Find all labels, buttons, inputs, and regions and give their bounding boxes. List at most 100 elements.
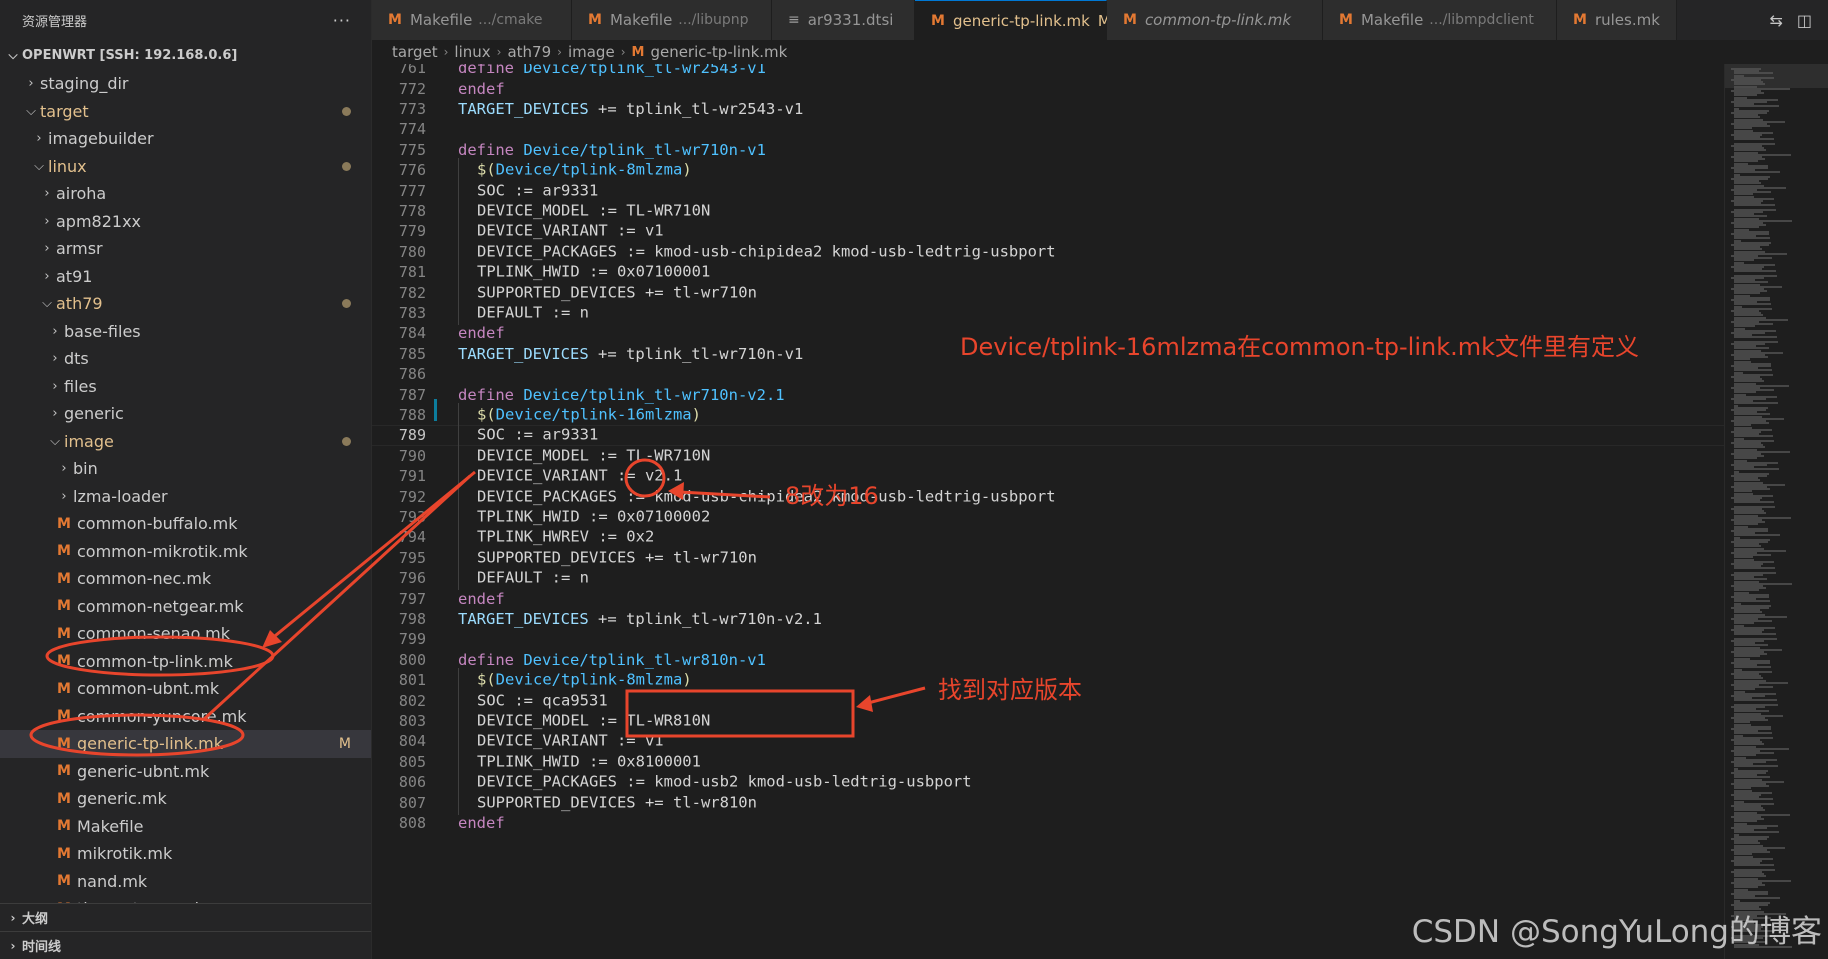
tree-file[interactable]: Mcommon-buffalo.mk [0, 510, 371, 538]
code-line[interactable]: 780 DEVICE_PACKAGES := kmod-usb-chipidea2… [372, 239, 1724, 264]
tree-file[interactable]: Mcommon-senao.mk [0, 620, 371, 648]
code-line[interactable]: 806 DEVICE_PACKAGES := kmod-usb2 kmod-usb… [372, 770, 1724, 795]
tree-item-label: common-senao.mk [77, 624, 231, 644]
code-line[interactable]: 789 SOC := ar9331 [372, 423, 1724, 448]
code-line[interactable]: 772 endef [372, 78, 1724, 98]
tree-folder[interactable]: › armsr [0, 235, 371, 263]
code-line[interactable]: 777 SOC := ar9331 [372, 178, 1724, 203]
tree-file[interactable]: M Makefile [0, 813, 371, 841]
code-line[interactable]: 778 DEVICE_MODEL := TL-WR710N [372, 198, 1724, 223]
code-line[interactable]: 796 DEFAULT := n [372, 566, 1724, 591]
code-line[interactable]: 803 DEVICE_MODEL := TL-WR810N [372, 708, 1724, 733]
editor-tab[interactable]: Mrules.mk [1557, 0, 1677, 40]
code-line[interactable]: 791 DEVICE_VARIANT := v2.1 [372, 464, 1724, 489]
breadcrumb-item[interactable]: target [392, 43, 438, 61]
tree-folder[interactable]: › at91 [0, 263, 371, 291]
code-line[interactable]: 805 TPLINK_HWID := 0x8100001 [372, 749, 1724, 774]
code-token: ) [691, 405, 701, 424]
makefile-icon: M [57, 515, 71, 532]
code-token: DEFAULT := n [477, 568, 589, 587]
editor-tab[interactable]: M Makefile .../libmpdclient [1323, 0, 1557, 40]
code-line[interactable]: 807 SUPPORTED_DEVICES += tl-wr810n [372, 790, 1724, 815]
tree-folder[interactable]: › generic [0, 400, 371, 428]
breadcrumb-item[interactable]: linux [454, 43, 490, 61]
minimap-line [1734, 336, 1777, 339]
code-line[interactable]: 774 [372, 119, 1724, 139]
code-line[interactable]: 761 define Device/tplink_tl-wr2543-v1 [372, 64, 1724, 78]
code-line[interactable]: 775 define Device/tplink_tl-wr710n-v1 [372, 140, 1724, 160]
code-line[interactable]: 799 [372, 629, 1724, 649]
tree-folder[interactable]: › apm821xx [0, 208, 371, 236]
editor-tab[interactable]: ≡ ar9331.dtsi [772, 0, 915, 40]
code-line[interactable]: 782 SUPPORTED_DEVICES += tl-wr710n [372, 280, 1724, 305]
code-line[interactable]: 797 endef [372, 588, 1724, 608]
line-number: 804 [398, 732, 426, 751]
tree-folder[interactable]: › airoha [0, 180, 371, 208]
editor-tab[interactable]: M Makefile .../cmake [372, 0, 572, 40]
code-line[interactable]: 804 DEVICE_VARIANT := v1 [372, 729, 1724, 754]
code-text: define Device/tplink_tl-wr810n-v1 [458, 651, 766, 669]
tree-folder[interactable]: › staging_dir [0, 70, 371, 98]
code-line[interactable]: 798 TARGET_DEVICES += tplink_tl-wr710n-v2… [372, 609, 1724, 629]
tree-file[interactable]: Mcommon-netgear.mk [0, 593, 371, 621]
editor-tab[interactable]: Mcommon-tp-link.mk [1107, 0, 1323, 40]
code-line[interactable]: 788 $(Device/tplink-16mlzma) [372, 402, 1724, 427]
code-line[interactable]: 793 TPLINK_HWID := 0x07100002 [372, 504, 1724, 529]
section-outline[interactable]: › 大纲 [0, 903, 371, 931]
code-editor[interactable]: 761 define Device/tplink_tl-wr2543-v1 772 e… [372, 64, 1724, 959]
minimap[interactable] [1724, 64, 1828, 959]
editor-tab[interactable]: M Makefile .../libupnp [572, 0, 772, 40]
editor-tab[interactable]: Mgeneric-tp-link.mkM✕ [915, 0, 1133, 40]
chevron-right-icon: › [10, 910, 16, 925]
code-line[interactable]: 787 define Device/tplink_tl-wr710n-v2.1 [372, 384, 1724, 404]
code-line[interactable]: 773 TARGET_DEVICES += tplink_tl-wr2543-v1 [372, 99, 1724, 119]
code-line[interactable]: 776 $(Device/tplink-8mlzma) [372, 158, 1724, 183]
tree-folder[interactable]: › imagebuilder [0, 125, 371, 153]
tree-file[interactable]: Mmikrotik.mk [0, 840, 371, 868]
tree-file[interactable]: Mnand.mk [0, 868, 371, 896]
code-line[interactable]: 792 DEVICE_PACKAGES := kmod-usb-chipidea2… [372, 484, 1724, 509]
tree-folder[interactable]: ⌵ target [0, 98, 371, 126]
tree-file[interactable]: Mcommon-tp-link.mk [0, 648, 371, 676]
code-text: define Device/tplink_tl-wr710n-v2.1 [458, 386, 785, 404]
code-line[interactable]: 779 DEVICE_VARIANT := v1 [372, 219, 1724, 244]
chevron-right-icon: › [52, 351, 58, 367]
tree-file[interactable]: Mgeneric-ubnt.mk [0, 758, 371, 786]
tree-file[interactable]: Mcommon-mikrotik.mk [0, 538, 371, 566]
tree-folder[interactable]: › bin [0, 455, 371, 483]
tree-folder[interactable]: ⌵ image [0, 428, 371, 456]
breadcrumb-item[interactable]: ath79 [507, 43, 551, 61]
code-line[interactable]: 794 TPLINK_HWREV := 0x2 [372, 525, 1724, 550]
code-line[interactable]: 783 DEFAULT := n [372, 300, 1724, 325]
section-timeline[interactable]: › 时间线 [0, 931, 371, 959]
tree-folder[interactable]: ⌵ ath79 [0, 290, 371, 318]
tree-file[interactable]: Mcommon-ubnt.mk [0, 675, 371, 703]
breadcrumb-item[interactable]: generic-tp-link.mk [650, 43, 787, 61]
tree-folder[interactable]: ⌵ linux [0, 153, 371, 181]
tree-file[interactable]: Mcommon-yuncore.mk [0, 703, 371, 731]
tree-file[interactable]: Mgeneric-tp-link.mk M [0, 730, 371, 758]
explorer-title: 资源管理器 [22, 14, 88, 30]
code-line[interactable]: 781 TPLINK_HWID := 0x07100001 [372, 260, 1724, 285]
workspace-root[interactable]: ⌵ OPENWRT [SSH: 192.168.0.6] [0, 40, 371, 70]
tree-folder[interactable]: › lzma-loader [0, 483, 371, 511]
code-line[interactable]: 795 SUPPORTED_DEVICES += tl-wr710n [372, 545, 1724, 570]
code-line[interactable]: 800 define Device/tplink_tl-wr810n-v1 [372, 650, 1724, 670]
code-line[interactable]: 808 endef [372, 813, 1724, 833]
compare-changes-icon[interactable]: ⇆ [1769, 11, 1782, 30]
code-line[interactable]: 786 [372, 364, 1724, 384]
line-number: 773 [398, 99, 426, 118]
tree-file[interactable]: Mgeneric.mk [0, 785, 371, 813]
split-editor-icon[interactable]: ◫ [1797, 11, 1812, 30]
chevron-down-icon: ⌵ [26, 103, 36, 119]
tree-folder[interactable]: › base-files [0, 318, 371, 346]
code-line[interactable]: 790 DEVICE_MODEL := TL-WR710N [372, 443, 1724, 468]
tree-file[interactable]: Mcommon-nec.mk [0, 565, 371, 593]
breadcrumb-item[interactable]: image [568, 43, 615, 61]
tree-folder[interactable]: › dts [0, 345, 371, 373]
line-number: 787 [398, 385, 426, 404]
code-text: TARGET_DEVICES += tplink_tl-wr2543-v1 [458, 100, 803, 118]
more-actions-icon[interactable]: ··· [333, 11, 351, 30]
chevron-right-icon: › [44, 213, 50, 229]
tree-folder[interactable]: › files [0, 373, 371, 401]
